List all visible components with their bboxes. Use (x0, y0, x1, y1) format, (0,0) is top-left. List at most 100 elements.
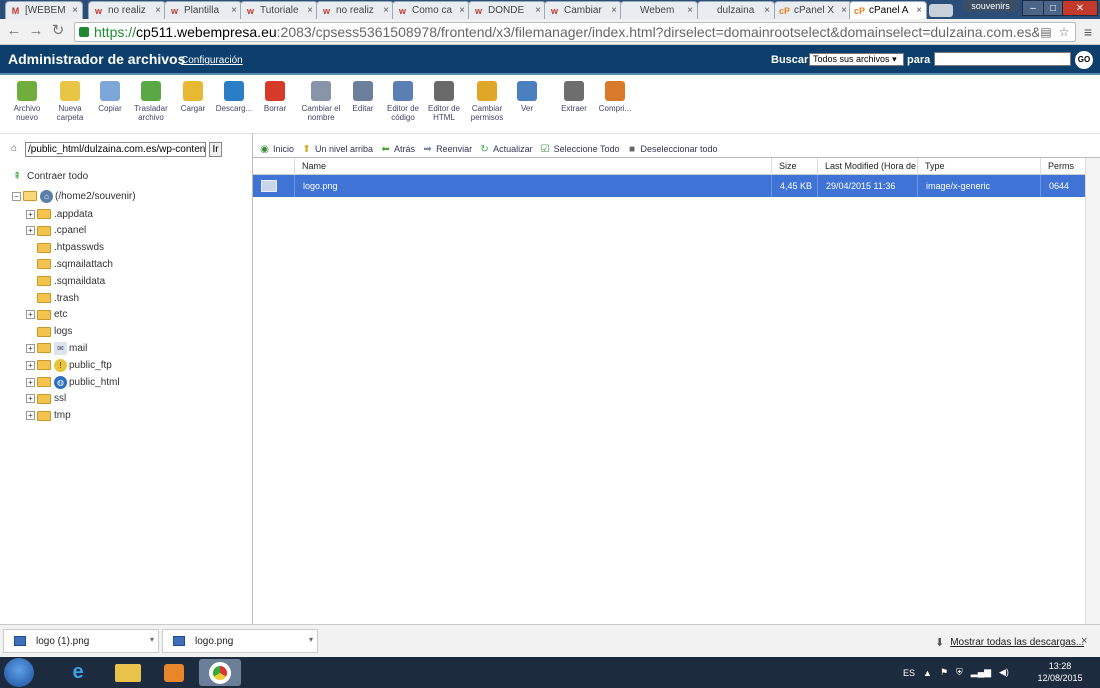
tab-close-icon[interactable]: × (764, 5, 770, 16)
media-player-icon[interactable] (153, 659, 195, 686)
browser-tab[interactable]: w Tutoriale × (240, 1, 318, 19)
nav-action[interactable]: ☑ Seleccione Todo (540, 144, 620, 155)
language-indicator[interactable]: ES (903, 668, 915, 678)
tree-folder[interactable]: .sqmaildata (26, 274, 105, 288)
expand-icon[interactable]: + (26, 209, 35, 219)
browser-tab[interactable]: w Cambiar × (544, 1, 622, 19)
toolbar-button[interactable]: Extraer (555, 81, 593, 113)
download-item[interactable]: logo (1).png ▾ (3, 629, 159, 653)
chevron-up-icon[interactable]: ▲ (923, 668, 932, 678)
browser-tab[interactable]: w DONDE × (468, 1, 546, 19)
toolbar-button[interactable]: Trasladar archivo (130, 81, 172, 122)
tab-close-icon[interactable]: × (841, 5, 847, 16)
file-explorer-icon[interactable] (107, 659, 149, 686)
tree-folder[interactable]: logs (26, 325, 72, 339)
path-input[interactable]: /public_html/dulzaina.com.es/wp-content (25, 141, 206, 157)
windows-start-icon[interactable] (4, 658, 34, 687)
download-item[interactable]: logo.png ▾ (162, 629, 318, 653)
flag-icon[interactable]: ⚑ (940, 667, 948, 678)
minimize-button[interactable]: – (1022, 0, 1044, 16)
browser-tab[interactable]: w Como ca × (392, 1, 470, 19)
expand-icon[interactable]: + (26, 343, 35, 353)
chevron-down-icon[interactable]: ▾ (309, 635, 313, 644)
file-name-cell[interactable]: logo.png (294, 175, 771, 197)
toolbar-button[interactable]: Archivo nuevo (6, 81, 48, 122)
tab-close-icon[interactable]: × (383, 5, 389, 16)
tree-folder[interactable]: .sqmailattach (26, 257, 113, 271)
tab-close-icon[interactable]: × (687, 5, 693, 16)
tab-close-icon[interactable]: × (611, 5, 617, 16)
volume-icon[interactable]: ◀) (999, 667, 1009, 678)
browser-menu-icon[interactable]: ≡ (1080, 24, 1096, 40)
toolbar-button[interactable]: Nueva carpeta (50, 81, 90, 122)
security-icon[interactable]: ⛨ (956, 667, 963, 678)
expand-icon[interactable]: + (26, 377, 35, 387)
toolbar-button[interactable]: Ver (510, 81, 544, 113)
browser-tab[interactable]: M [WEBEM × (5, 1, 83, 19)
tab-close-icon[interactable]: × (155, 5, 161, 16)
settings-link[interactable]: Configuración (181, 55, 243, 66)
column-header[interactable]: Last Modified (Hora de v (817, 158, 917, 175)
nav-action[interactable]: ◉ Inicio (259, 144, 294, 155)
expand-icon[interactable]: + (26, 226, 35, 236)
internet-explorer-icon[interactable]: e (57, 659, 99, 686)
expand-icon[interactable]: + (26, 394, 35, 404)
tree-folder[interactable]: + tmp (26, 409, 71, 423)
translate-icon[interactable]: ▤ (1039, 25, 1053, 39)
nav-action[interactable]: ⬅ Atrás (380, 144, 415, 155)
expand-icon[interactable]: + (26, 360, 35, 370)
bookmark-star-icon[interactable]: ☆ (1057, 25, 1071, 39)
browser-tab[interactable]: cP cPanel A × (849, 1, 927, 19)
tab-close-icon[interactable]: × (459, 5, 465, 16)
toolbar-button[interactable]: Editor de código (384, 81, 422, 122)
column-header[interactable]: Size (771, 158, 817, 175)
toolbar-button[interactable]: Editor de HTML (424, 81, 464, 122)
tree-folder[interactable]: + .appdata (26, 207, 93, 221)
maximize-button[interactable]: □ (1043, 0, 1063, 16)
toolbar-button[interactable]: Compri... (594, 81, 636, 113)
toolbar-button[interactable]: Cambiar el nombre (300, 81, 342, 122)
tree-folder[interactable]: + .cpanel (26, 224, 86, 238)
table-row[interactable]: logo.png 4,45 KB 29/04/2015 11:36 image/… (253, 175, 1085, 197)
collapse-all-link[interactable]: ⇞ Contraer todo (13, 171, 88, 182)
expand-icon[interactable]: + (26, 411, 35, 421)
collapse-icon[interactable]: − (12, 191, 21, 201)
nav-action[interactable]: ↻ Actualizar (479, 144, 532, 155)
tab-close-icon[interactable]: × (916, 5, 922, 16)
toolbar-button[interactable]: Borrar (258, 81, 292, 113)
tree-folder[interactable]: .htpasswds (26, 241, 104, 255)
system-clock[interactable]: 13:28 12/08/2015 (1030, 660, 1090, 684)
browser-tab[interactable]: w no realiz × (316, 1, 394, 19)
forward-arrow-icon[interactable]: → (27, 22, 45, 40)
expand-icon[interactable]: + (26, 310, 35, 320)
browser-tab[interactable]: dulzaina × (697, 1, 775, 19)
vertical-scrollbar[interactable] (1085, 158, 1100, 625)
tree-folder[interactable]: +! public_ftp (26, 358, 112, 372)
browser-tab[interactable]: cP cPanel X × (774, 1, 852, 19)
tree-folder[interactable]: + ✉ mail (26, 341, 87, 355)
tree-root[interactable]: − ⌂ (/home2/souvenir) (12, 189, 136, 203)
back-arrow-icon[interactable]: ← (5, 22, 23, 40)
column-header[interactable]: Name (294, 158, 771, 175)
browser-tab[interactable]: Webem × (620, 1, 698, 19)
url-input[interactable]: https:// cp511.webempresa.eu :2083/cpses… (74, 22, 1076, 42)
show-all-downloads-link[interactable]: ⬇ Mostrar todas las descargas... (935, 636, 1084, 649)
toolbar-button[interactable]: Cargar (174, 81, 212, 113)
window-close-button[interactable]: ✕ (1062, 0, 1098, 16)
tree-folder[interactable]: + etc (26, 308, 67, 322)
column-header[interactable]: Perms (1040, 158, 1085, 175)
new-tab-button[interactable] (929, 4, 953, 17)
column-header[interactable]: Type (917, 158, 1040, 175)
toolbar-button[interactable]: Copiar (92, 81, 128, 113)
nav-action[interactable]: ⬆ Un nivel arriba (301, 144, 373, 155)
user-profile-badge[interactable]: souvenirs (963, 0, 1018, 12)
tab-close-icon[interactable]: × (535, 5, 541, 16)
signal-icon[interactable]: ▂▄▆ (971, 667, 991, 678)
tab-close-icon[interactable]: × (307, 5, 313, 16)
toolbar-button[interactable]: Descarg... (213, 81, 255, 113)
close-icon[interactable]: × (1081, 635, 1087, 647)
search-go-button[interactable]: GO (1075, 51, 1093, 69)
tree-folder[interactable]: .trash (26, 291, 79, 305)
browser-tab[interactable]: w no realiz × (88, 1, 166, 19)
browser-tab[interactable]: w Plantilla × (164, 1, 242, 19)
